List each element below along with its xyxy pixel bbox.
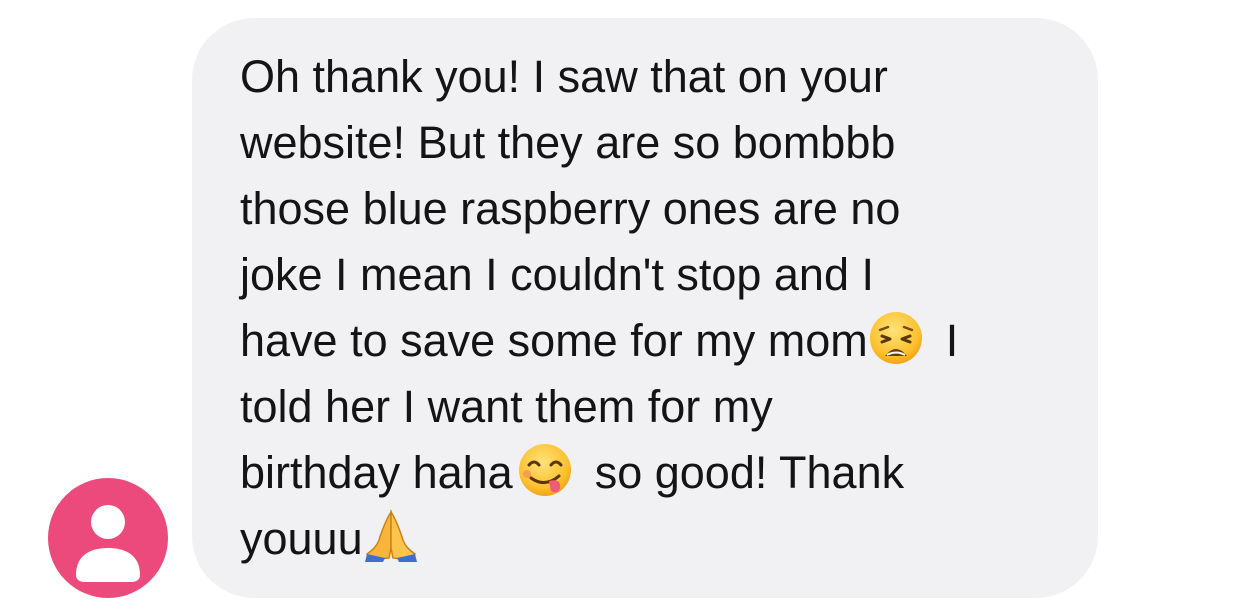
message-fragment: birthday haha — [240, 447, 513, 498]
folded-hands-emoji — [363, 508, 419, 564]
message-line: those blue raspberry ones are no — [240, 183, 901, 234]
message-line: website! But they are so bombbb — [240, 117, 896, 168]
message-line: Oh thank you! I saw that on your — [240, 51, 888, 102]
message-fragment: youuu — [240, 513, 363, 564]
savoring-food-emoji — [517, 442, 573, 498]
weary-face-emoji — [868, 310, 924, 366]
message-bubble[interactable]: Oh thank you! I saw that on your website… — [192, 18, 1098, 598]
person-icon — [76, 505, 140, 582]
message-fragment: I — [945, 315, 959, 366]
message-fragment: so good! Thank — [594, 447, 905, 498]
message-fragment: have to save some for my mom — [240, 315, 868, 366]
chat-screen: Oh thank you! I saw that on your website… — [0, 0, 1242, 602]
message-line: youuu — [240, 506, 1058, 572]
message-line: told her I want them for my — [240, 381, 773, 432]
message-line: birthday haha so good! Thank — [240, 440, 1058, 506]
message-line: have to save some for my mom I — [240, 308, 1058, 374]
message-text: Oh thank you! I saw that on your website… — [240, 44, 1058, 572]
message-line: joke I mean I couldn't stop and I — [240, 249, 874, 300]
sender-avatar[interactable] — [48, 478, 168, 598]
